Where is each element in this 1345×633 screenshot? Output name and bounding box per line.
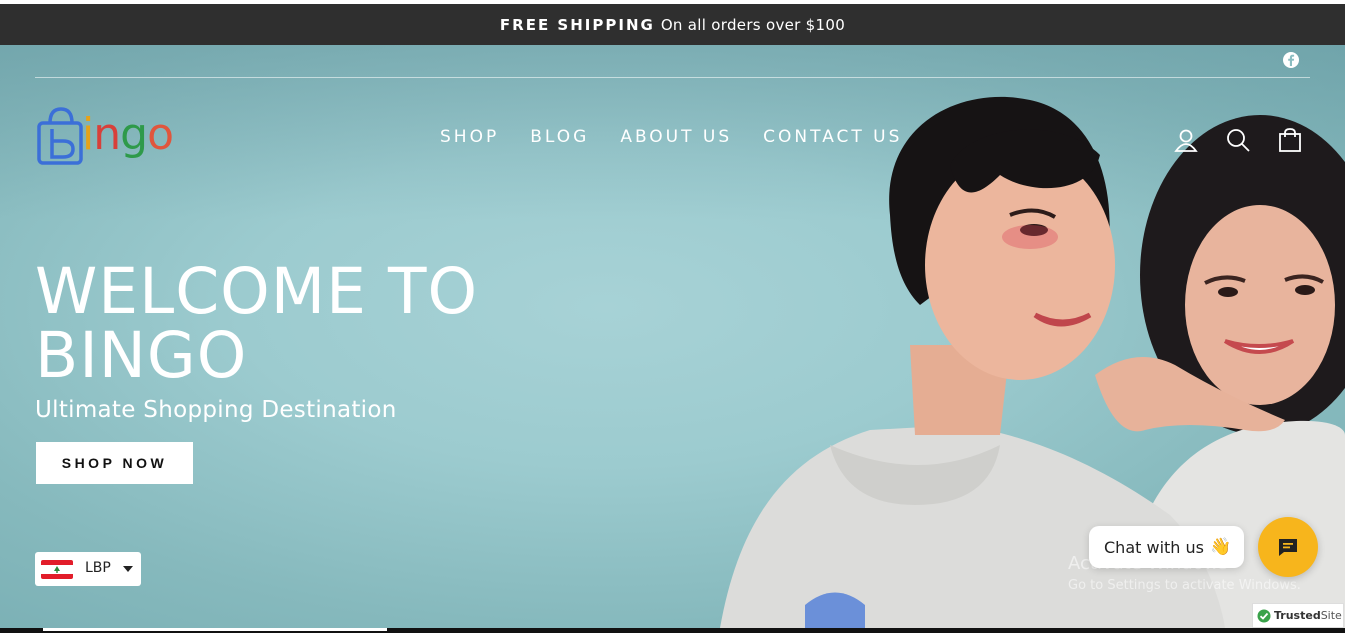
trustedsite-badge[interactable]: Trusted Site (1252, 603, 1344, 628)
hero-section: ingo SHOP BLOG ABOUT US CONTACT US WELCO… (0, 45, 1345, 628)
announcement-bar: FREE SHIPPING On all orders over $100 (0, 4, 1345, 45)
currency-code: LBP (85, 560, 111, 576)
cart-icon[interactable] (1277, 127, 1303, 153)
shop-now-button[interactable]: SHOP NOW (36, 442, 193, 484)
nav-contact-us[interactable]: CONTACT US (763, 127, 902, 147)
logo-text: ingo (82, 109, 174, 160)
announcement-bold: FREE SHIPPING (499, 15, 655, 34)
hero-subtitle: Ultimate Shopping Destination (35, 397, 397, 423)
main-nav: SHOP BLOG ABOUT US CONTACT US (440, 127, 902, 147)
header-icons (1173, 127, 1303, 153)
nav-blog[interactable]: BLOG (530, 127, 589, 147)
currency-selector[interactable]: LBP (35, 552, 141, 586)
bottom-strip (0, 628, 1345, 633)
logo[interactable]: ingo (36, 107, 176, 171)
search-icon[interactable] (1225, 127, 1251, 153)
trusted-rest: Site (1320, 609, 1342, 622)
chevron-down-icon (123, 566, 133, 572)
chat-icon (1279, 539, 1297, 556)
trusted-bold: Trusted (1274, 609, 1321, 622)
nav-about-us[interactable]: ABOUT US (620, 127, 732, 147)
announcement-text: On all orders over $100 (660, 15, 846, 34)
account-icon[interactable] (1173, 127, 1199, 153)
nav-shop[interactable]: SHOP (440, 127, 499, 147)
chat-button[interactable] (1258, 517, 1318, 577)
checkmark-icon (1257, 609, 1271, 622)
bottom-strip-segment (43, 628, 387, 631)
header-divider (35, 77, 1310, 78)
hero-title: WELCOME TO BINGO (35, 255, 479, 392)
lebanon-flag-icon (41, 560, 73, 579)
activate-text: Go to Settings to activate Windows. (1068, 578, 1301, 593)
facebook-icon[interactable] (1282, 51, 1300, 69)
chat-label: Chat with us (1104, 537, 1204, 557)
shopping-bag-b-icon (37, 107, 83, 165)
wave-icon: 👋 (1209, 537, 1232, 557)
chat-bubble[interactable]: Chat with us 👋 (1089, 526, 1244, 568)
